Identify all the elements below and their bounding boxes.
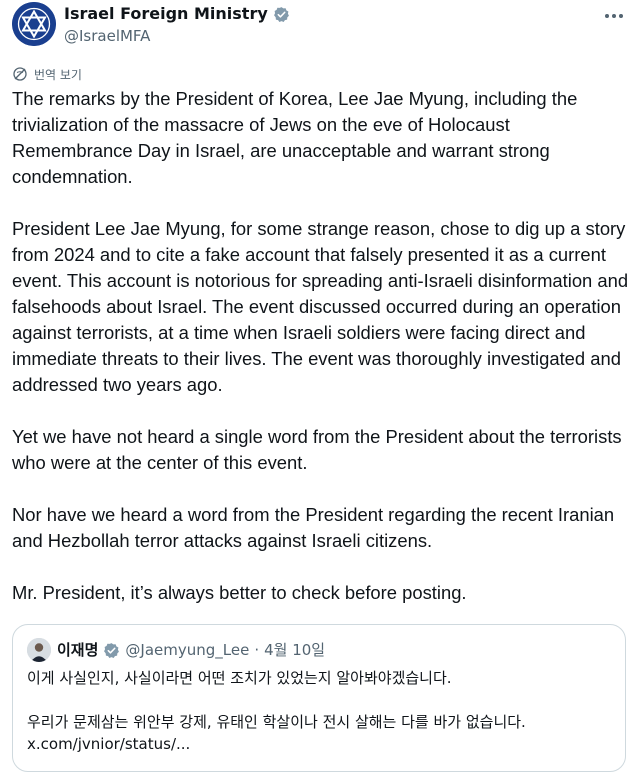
post-paragraph: President Lee Jae Myung, for some strang… — [12, 218, 629, 395]
quoted-post-line: 우리가 문제삼는 위안부 강제, 유태인 학살이나 전시 살해는 다를 바가 없… — [27, 713, 526, 731]
verified-badge-icon — [273, 6, 290, 23]
author-handle[interactable]: @IsraelMFA — [64, 26, 150, 46]
israel-mfa-logo-icon — [12, 2, 56, 46]
quoted-author-avatar — [27, 638, 51, 662]
person-avatar-icon — [27, 638, 51, 662]
globe-translate-icon — [13, 67, 27, 81]
post-paragraph: Yet we have not heard a single word from… — [12, 426, 622, 473]
verified-badge-icon — [103, 642, 120, 659]
more-options-icon — [605, 14, 623, 18]
post-paragraph: Nor have we heard a word from the Presid… — [12, 504, 615, 551]
quoted-author-name: 이재명 — [57, 641, 99, 659]
author-name-row[interactable]: Israel Foreign Ministry — [64, 4, 290, 24]
quoted-post-header: 이재명 @Jaemyung_Lee · 4월 10일 — [57, 640, 325, 660]
author-name[interactable]: Israel Foreign Ministry — [64, 4, 268, 24]
post-body: The remarks by the President of Korea, L… — [12, 86, 632, 606]
post-paragraph: Mr. President, it’s always better to che… — [12, 582, 467, 603]
quoted-author-handle: @Jaemyung_Lee — [125, 641, 250, 659]
post-paragraph: The remarks by the President of Korea, L… — [12, 88, 578, 187]
author-avatar[interactable] — [12, 2, 56, 46]
quoted-post-card[interactable]: 이재명 @Jaemyung_Lee · 4월 10일 이게 사실인지, 사실이라… — [12, 624, 626, 772]
translate-post-link[interactable]: 번역 보기 — [12, 64, 82, 84]
quoted-post-line: 이게 사실인지, 사실이라면 어떤 조치가 있었는지 알아봐야겠습니다. — [27, 669, 452, 687]
quoted-post-date: 4월 10일 — [264, 641, 326, 659]
more-options-button[interactable] — [602, 6, 626, 26]
quoted-post-link: x.com/jvnior/status/... — [27, 735, 191, 753]
translate-label[interactable]: 번역 보기 — [34, 66, 82, 83]
separator-dot: · — [254, 641, 260, 659]
